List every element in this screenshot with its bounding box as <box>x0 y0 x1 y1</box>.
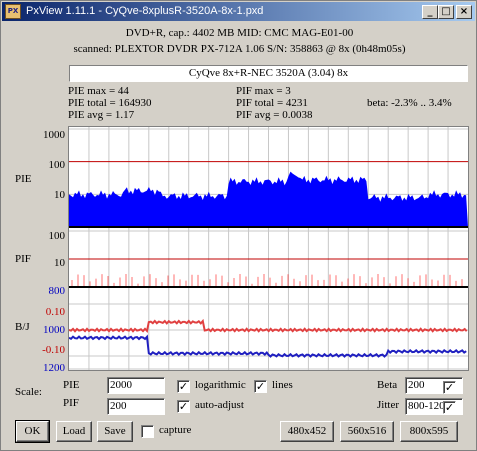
size-480x452-button[interactable]: 480x452 <box>280 421 334 442</box>
scale-label: Scale: <box>15 386 42 398</box>
logarithmic-label: logarithmic <box>195 379 246 391</box>
pif-tick-10: 10 <box>54 257 65 269</box>
jitter-checkbox[interactable]: ✓ <box>443 401 456 414</box>
size-560x516-button[interactable]: 560x516 <box>340 421 394 442</box>
beta-label: Beta <box>377 379 398 391</box>
jitter-tick-1000: 1000 <box>43 324 65 336</box>
load-button[interactable]: Load <box>56 421 92 442</box>
minimize-button[interactable]: _ <box>422 5 438 19</box>
pie-axis-label: PIE <box>15 173 32 185</box>
main-window: PX PxView 1.11.1 - CyQve-8xplusR-3520A-8… <box>0 0 477 451</box>
close-button[interactable]: × <box>456 5 472 19</box>
auto-adjust-checkbox[interactable]: ✓ <box>177 400 190 413</box>
pie-scale-input[interactable]: 2000 <box>107 377 165 394</box>
auto-adjust-label: auto-adjust <box>195 399 244 411</box>
jitter-tick-800: 800 <box>48 285 66 297</box>
pif-tick-100: 100 <box>48 230 66 242</box>
beta-tick-neg: -0.10 <box>42 344 65 356</box>
disc-info-line: DVD+R, cap.: 4402 MB MID: CMC MAG-E01-00 <box>125 27 354 39</box>
maximize-button[interactable]: □ <box>438 5 454 19</box>
pif-scale-input[interactable]: 200 <box>107 398 165 415</box>
pie-max: PIE max = 44 <box>68 85 129 97</box>
pie-tick-1000: 1000 <box>43 129 65 141</box>
logarithmic-checkbox[interactable]: ✓ <box>177 380 190 393</box>
title-bar[interactable]: PX PxView 1.11.1 - CyQve-8xplusR-3520A-8… <box>2 2 475 21</box>
disc-label: CyQve 8x+R-NEC 3520A (3.04) 8x <box>69 65 468 82</box>
capture-label: capture <box>159 424 192 436</box>
pie-avg: PIE avg = 1.17 <box>68 109 135 121</box>
beta-tick-pos: 0.10 <box>45 306 65 318</box>
app-icon: PX <box>5 4 21 19</box>
size-800x595-button[interactable]: 800x595 <box>400 421 458 442</box>
save-button[interactable]: Save <box>97 421 133 442</box>
scan-graph-svg <box>69 127 468 370</box>
beta-range: beta: -2.3% .. 3.4% <box>367 97 452 109</box>
scan-info-line: scanned: PLEXTOR DVDR PX-712A 1.06 S/N: … <box>73 43 406 55</box>
beta-checkbox[interactable]: ✓ <box>443 381 456 394</box>
pie-tick-100: 100 <box>48 159 66 171</box>
scan-graph <box>68 126 469 371</box>
jitter-tick-1200: 1200 <box>43 362 65 374</box>
capture-checkbox[interactable] <box>141 425 154 438</box>
lines-checkbox[interactable]: ✓ <box>254 380 267 393</box>
bj-axis-label: B/J <box>15 321 30 333</box>
pie-tick-10: 10 <box>54 189 65 201</box>
lines-label: lines <box>272 379 293 391</box>
pif-total: PIF total = 4231 <box>236 97 308 109</box>
jitter-label: Jitter <box>377 399 399 411</box>
pif-max: PIF max = 3 <box>236 85 291 97</box>
window-title: PxView 1.11.1 - CyQve-8xplusR-3520A-8x-1… <box>26 5 264 17</box>
pie-total: PIE total = 164930 <box>68 97 152 109</box>
pif-avg: PIF avg = 0.0038 <box>236 109 313 121</box>
scale-pie-label: PIE <box>63 379 80 391</box>
ok-button[interactable]: OK <box>15 420 50 443</box>
scale-pif-label: PIF <box>63 397 79 409</box>
